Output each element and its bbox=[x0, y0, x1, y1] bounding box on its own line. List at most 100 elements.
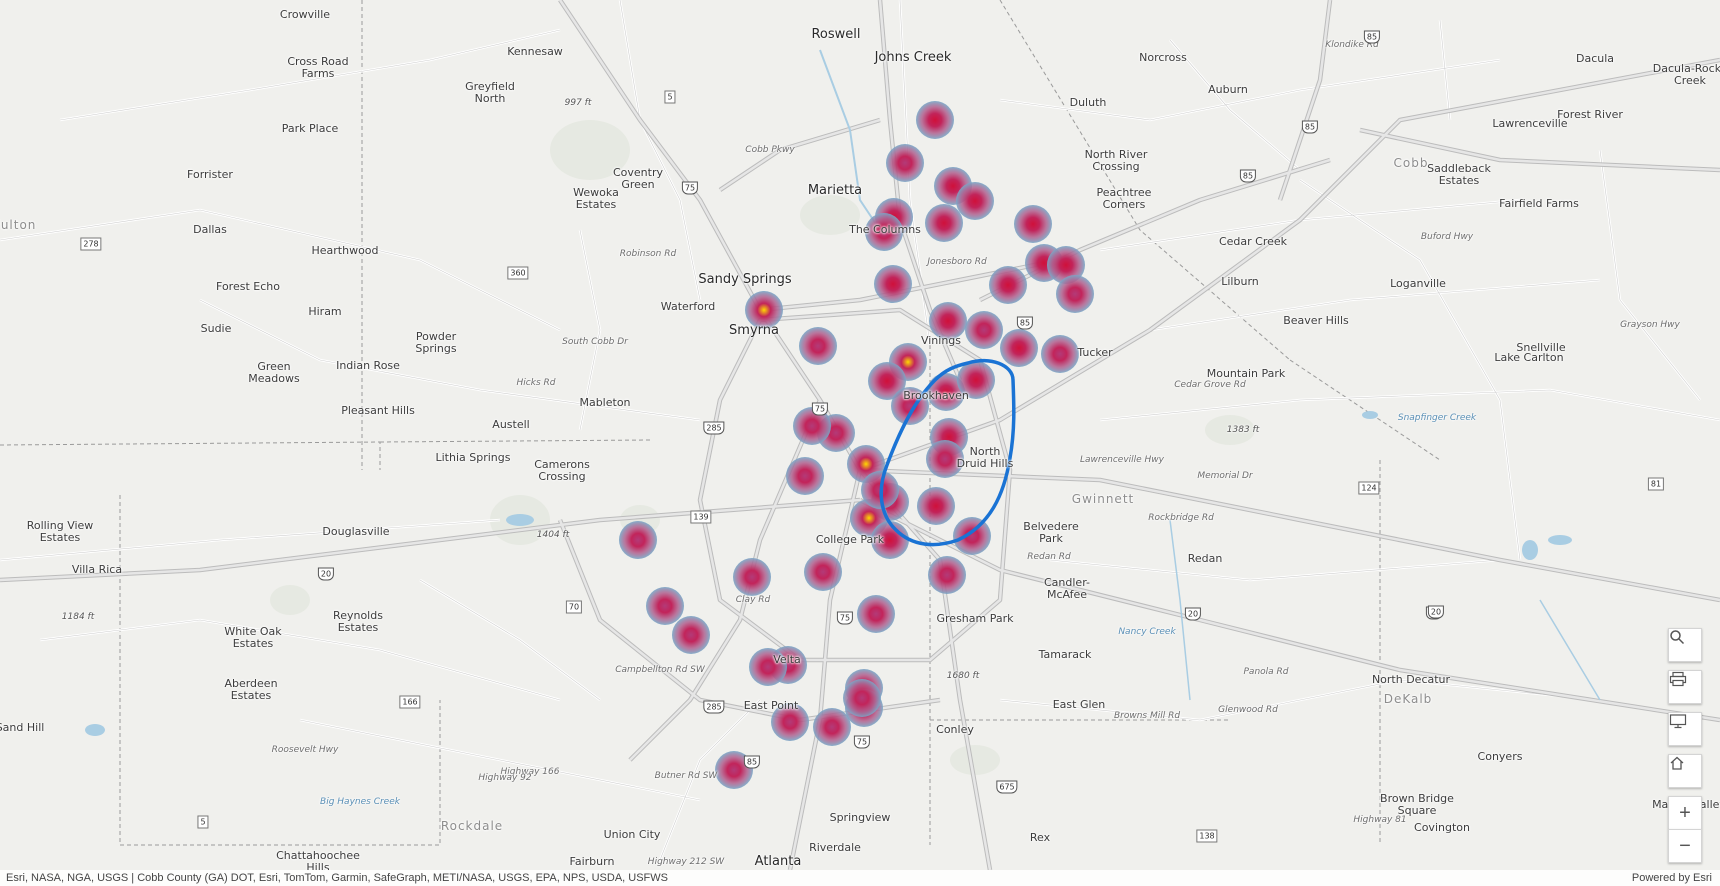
place-label-dekalb: DeKalb bbox=[1383, 692, 1433, 706]
place-label-1383-ft: 1383 ft bbox=[1226, 425, 1260, 435]
place-label-butner-rd-sw: Butner Rd SW bbox=[654, 771, 718, 781]
place-label-memorial-dr: Memorial Dr bbox=[1197, 471, 1253, 481]
place-label-cross-road-farms: Cross Road Farms bbox=[287, 55, 349, 80]
place-label-hearthwood: Hearthwood bbox=[311, 244, 379, 257]
route-shield: 5 bbox=[664, 90, 676, 104]
place-label-tamarack: Tamarack bbox=[1038, 648, 1092, 661]
place-label-cobb-pkwy: Cobb Pkwy bbox=[745, 145, 795, 155]
route-shield: 20 bbox=[1184, 607, 1202, 621]
place-label-vinings: Vinings bbox=[920, 334, 962, 347]
place-label-rex: Rex bbox=[1029, 831, 1051, 844]
place-label-forrister: Forrister bbox=[187, 168, 233, 181]
place-label-cedar-grove-rd: Cedar Grove Rd bbox=[1174, 380, 1246, 390]
place-label-dallas: Dallas bbox=[193, 223, 227, 236]
plus-icon: + bbox=[1679, 801, 1691, 824]
place-label-highway-92: Highway 92 bbox=[478, 773, 532, 783]
place-label-roswell: Roswell bbox=[811, 27, 861, 42]
place-label-coventry-green: Coventry Green bbox=[612, 166, 664, 191]
place-label-rockbridge-rd: Rockbridge Rd bbox=[1148, 513, 1214, 523]
route-shield: 675 bbox=[996, 780, 1018, 794]
place-label-jonesboro-rd: Jonesboro Rd bbox=[927, 257, 987, 267]
route-shield: 85 bbox=[1301, 120, 1319, 134]
map-view[interactable]: Crowville Kennesaw Cross Road Farms Greyfiel… bbox=[0, 0, 1720, 870]
route-shield: 139 bbox=[690, 510, 712, 524]
place-label-997-ft: 997 ft bbox=[564, 98, 592, 108]
place-label-beaver-hills: Beaver Hills bbox=[1283, 314, 1349, 327]
place-label-fulton: Fulton bbox=[0, 218, 37, 232]
print-icon bbox=[1669, 671, 1687, 687]
search-button[interactable] bbox=[1668, 628, 1702, 662]
place-label-saddleback-estates: Saddleback Estates bbox=[1427, 162, 1491, 187]
route-shield: 360 bbox=[507, 266, 529, 280]
zoom-out-button[interactable]: − bbox=[1668, 829, 1702, 863]
home-button[interactable] bbox=[1668, 754, 1702, 788]
place-label-park-place: Park Place bbox=[281, 122, 339, 135]
place-label-crowville: Crowville bbox=[279, 8, 331, 21]
route-shield: 70 bbox=[565, 600, 583, 614]
place-label-dacula-rocky-creek: Dacula-Rocky Creek bbox=[1652, 62, 1720, 87]
zoom-in-button[interactable]: + bbox=[1668, 796, 1702, 829]
place-label-north-druid-hills: North Druid Hills bbox=[956, 445, 1014, 470]
place-label-cobb: Cobb bbox=[1393, 156, 1429, 170]
place-label-redan-rd: Redan Rd bbox=[1027, 552, 1071, 562]
home-icon bbox=[1670, 756, 1684, 770]
monitor-icon bbox=[1669, 714, 1687, 729]
place-label-buford-hwy: Buford Hwy bbox=[1420, 232, 1474, 242]
attribution-text: Esri, NASA, NGA, USGS | Cobb County (GA)… bbox=[6, 872, 668, 884]
route-shield: 81 bbox=[1647, 477, 1665, 491]
place-label-mableton: Mableton bbox=[579, 396, 631, 409]
place-label-johns-creek: Johns Creek bbox=[874, 50, 952, 65]
place-label-campbellton-rd-sw: Campbellton Rd SW bbox=[615, 665, 705, 675]
place-label-clay-rd: Clay Rd bbox=[735, 595, 771, 605]
route-shield: 285 bbox=[703, 421, 725, 435]
place-label-conley: Conley bbox=[936, 723, 974, 736]
place-label-fairfield-farms: Fairfield Farms bbox=[1499, 197, 1579, 210]
place-label-lake-carlton: Lake Carlton bbox=[1494, 351, 1564, 364]
place-label-springview: Springview bbox=[829, 811, 891, 824]
place-label-glenwood-rd: Glenwood Rd bbox=[1218, 705, 1278, 715]
search-icon bbox=[1670, 630, 1685, 645]
place-label-chattahoochee-hills: Chattahoochee Hills bbox=[276, 849, 360, 871]
place-label-auburn: Auburn bbox=[1208, 83, 1248, 96]
place-label-browns-mill-rd: Browns Mill Rd bbox=[1113, 711, 1181, 721]
route-shield: 85 bbox=[1363, 30, 1381, 44]
place-label-velta: Velta bbox=[773, 653, 801, 666]
place-label-union-city: Union City bbox=[603, 828, 661, 841]
place-label-kennesaw: Kennesaw bbox=[507, 45, 563, 58]
place-label-duluth: Duluth bbox=[1069, 96, 1107, 109]
place-label-dacula: Dacula bbox=[1575, 52, 1615, 65]
place-label-reynolds-estates: Reynolds Estates bbox=[333, 609, 383, 634]
place-label-forest-echo: Forest Echo bbox=[216, 280, 280, 293]
place-label-douglasville: Douglasville bbox=[322, 525, 390, 538]
place-label-rockdale: Rockdale bbox=[440, 819, 504, 833]
place-label-villa-rica: Villa Rica bbox=[71, 563, 123, 576]
place-label-snapfinger-creek: Snapfinger Creek bbox=[1397, 413, 1477, 423]
powered-by-esri[interactable]: Powered by Esri bbox=[1632, 870, 1712, 886]
place-label-the-columns: The Columns bbox=[849, 223, 921, 236]
place-label-hiram: Hiram bbox=[308, 305, 342, 318]
place-label-sandy-springs: Sandy Springs bbox=[698, 272, 792, 287]
place-label-highway-212-sw: Highway 212 SW bbox=[647, 857, 725, 867]
route-shield: 166 bbox=[399, 695, 421, 709]
fullscreen-button[interactable] bbox=[1668, 712, 1702, 746]
route-shield: 75 bbox=[853, 735, 871, 749]
place-label-east-glen: East Glen bbox=[1052, 698, 1106, 711]
route-shield: 75 bbox=[811, 402, 829, 416]
place-label-lithia-springs: Lithia Springs bbox=[435, 451, 511, 464]
print-button[interactable] bbox=[1668, 670, 1702, 704]
place-label-norcross: Norcross bbox=[1139, 51, 1187, 64]
place-label-1184-ft: 1184 ft bbox=[61, 612, 95, 622]
route-shield: 75 bbox=[681, 181, 699, 195]
place-label-candler-mcafee: Candler- McAfee bbox=[1044, 576, 1090, 601]
minus-icon: − bbox=[1679, 834, 1691, 857]
route-shield: 138 bbox=[1196, 829, 1218, 843]
place-label-wewoka-estates: Wewoka Estates bbox=[573, 186, 619, 211]
place-label-fairburn: Fairburn bbox=[569, 855, 615, 868]
place-label-green-meadows: Green Meadows bbox=[248, 360, 300, 385]
route-shield: 20 bbox=[1427, 605, 1445, 619]
place-label-roosevelt-hwy: Roosevelt Hwy bbox=[271, 745, 339, 755]
place-label-big-haynes-creek: Big Haynes Creek bbox=[320, 797, 400, 807]
route-shield: 85 bbox=[1016, 316, 1034, 330]
place-label-robinson-rd: Robinson Rd bbox=[619, 249, 677, 259]
place-label-north-river-crossing: North River Crossing bbox=[1084, 148, 1148, 173]
